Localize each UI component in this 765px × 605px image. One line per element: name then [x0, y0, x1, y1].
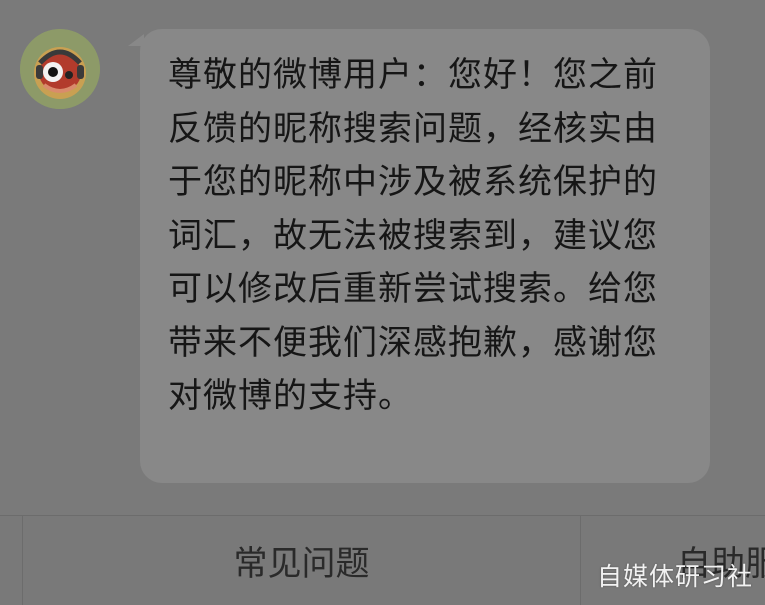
faq-menu-button[interactable]: 常见问题 [23, 516, 581, 605]
message-bubble: 尊敬的微博用户：您好！您之前反馈的昵称搜索问题，经核实由于您的昵称中涉及被系统保… [140, 29, 710, 483]
weibo-assistant-avatar-icon[interactable] [20, 29, 100, 109]
watermark-text: 自媒体研习社 [596, 562, 753, 591]
faq-menu-label: 常见问题 [233, 544, 370, 584]
message-text: 尊敬的微博用户：您好！您之前反馈的昵称搜索问题，经核实由于您的昵称中涉及被系统保… [168, 55, 658, 416]
chat-area: 尊敬的微博用户：您好！您之前反馈的昵称搜索问题，经核实由于您的昵称中涉及被系统保… [0, 0, 765, 515]
bottom-menu-bar: 常见问题 自助服 自媒体研习社 [0, 515, 765, 605]
menu-left-edge [0, 516, 23, 605]
